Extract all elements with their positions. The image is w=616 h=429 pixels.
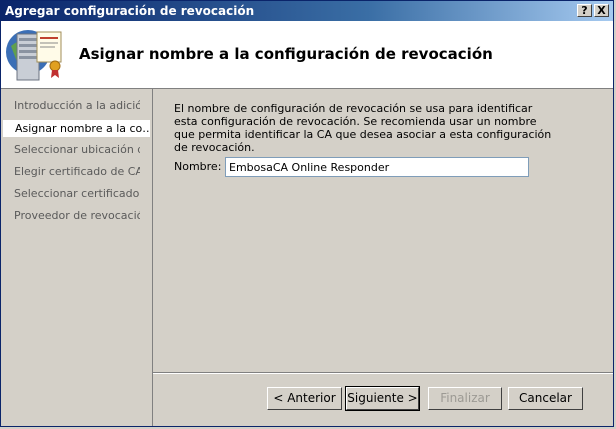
name-input[interactable] xyxy=(225,157,529,177)
step-revocation-provider[interactable]: Proveedor de revocación xyxy=(14,209,140,222)
wizard-steps-sidebar: Introducción a la adició… Asignar nombre… xyxy=(1,89,153,426)
title-bar[interactable]: Agregar configuración de revocación ? X xyxy=(1,1,613,21)
wizard-content: El nombre de configuración de revocación… xyxy=(153,89,613,426)
close-button[interactable]: X xyxy=(594,4,609,17)
step-assign-name[interactable]: Asignar nombre a la co… xyxy=(3,120,150,137)
wizard-window: Agregar configuración de revocación ? X … xyxy=(0,0,614,427)
cancel-button[interactable]: Cancelar xyxy=(508,387,583,410)
name-label: Nombre: xyxy=(174,160,222,173)
description-text: El nombre de configuración de revocación… xyxy=(174,102,552,154)
page-title: Asignar nombre a la configuración de rev… xyxy=(79,45,493,63)
step-choose-ca-certificate[interactable]: Elegir certificado de CA xyxy=(14,165,140,178)
button-separator xyxy=(153,372,613,374)
finish-button[interactable]: Finalizar xyxy=(428,387,502,410)
server-certificate-icon xyxy=(6,30,62,81)
step-select-ca-location[interactable]: Seleccionar ubicación d… xyxy=(14,143,140,156)
window-title: Agregar configuración de revocación xyxy=(5,4,255,18)
help-button[interactable]: ? xyxy=(577,4,592,17)
next-button[interactable]: Siguiente > xyxy=(345,386,420,411)
step-select-signing-certificate[interactable]: Seleccionar certificado … xyxy=(14,187,140,200)
step-introduction[interactable]: Introducción a la adició… xyxy=(14,99,140,112)
back-button[interactable]: < Anterior xyxy=(267,387,342,410)
wizard-header: Asignar nombre a la configuración de rev… xyxy=(1,21,613,89)
